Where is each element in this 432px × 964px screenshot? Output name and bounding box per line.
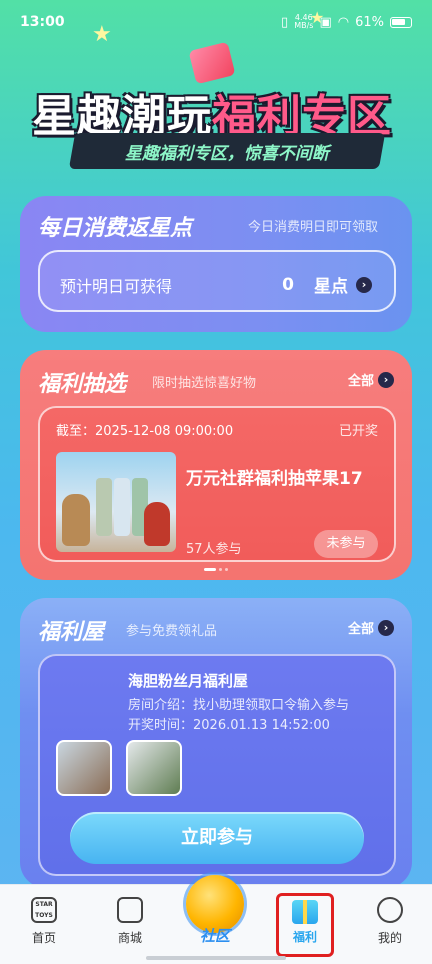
- status-right: ▯ 4.46 MB/s ▣ ◠ 61%: [281, 14, 412, 30]
- daily-hint: 今日消费明日即可领取: [248, 220, 379, 235]
- welfare-room-all-label: 全部: [347, 622, 374, 637]
- gift-box-icon: [292, 900, 318, 924]
- phone-image: [96, 478, 112, 536]
- lottery-item[interactable]: 截至：2025-12-08 09:00:00 已开奖 万元社群福利抽苹果17 5…: [38, 406, 396, 562]
- room-draw-time: 开奖时间：2026.01.13 14:52:00: [128, 718, 330, 733]
- figure-toy: [62, 494, 90, 546]
- chevron-right-icon: ›: [356, 276, 372, 293]
- gift-icon: [188, 41, 236, 85]
- welfare-room-card: 福利屋 参与免费领礼品 全部 › 海胆粉丝月福利屋 房间介绍：找小助理领取口令输…: [20, 598, 412, 888]
- product-name: 万元社群福利抽苹果17: [186, 469, 363, 489]
- nav-home-label: 首页: [31, 931, 56, 945]
- hero-subtitle: 星趣福利专区，惊喜不间断: [125, 143, 329, 164]
- carousel-dot-active: [204, 568, 216, 571]
- nav-welfare[interactable]: 福利: [276, 893, 334, 957]
- deadline-label: 截至：: [56, 424, 96, 439]
- vibrate-icon: ▯: [281, 14, 289, 30]
- star-toys-icon: STAR TOYS: [31, 897, 57, 923]
- lottery-title: 福利抽选: [38, 372, 127, 397]
- sparkle-icon: ★: [310, 8, 325, 27]
- shop-icon: [117, 897, 143, 923]
- wifi-icon: ◠: [337, 14, 350, 30]
- join-now-button[interactable]: 立即参与: [70, 812, 364, 864]
- nav-mine-label: 我的: [377, 931, 402, 945]
- lottery-hint: 限时抽选惊喜好物: [152, 376, 257, 391]
- welfare-room-item[interactable]: 海胆粉丝月福利屋 房间介绍：找小助理领取口令输入参与 开奖时间：2026.01.…: [38, 654, 396, 876]
- deadline-value: 2025-12-08 09:00:00: [95, 424, 234, 439]
- hero-subtitle-banner: 星趣福利专区，惊喜不间断: [68, 133, 386, 169]
- nav-home[interactable]: STAR TOYS 首页: [14, 897, 74, 946]
- estimated-points-row[interactable]: 预计明日可获得 0 星点 ›: [38, 250, 396, 312]
- daily-title: 每日消费返星点: [38, 216, 193, 241]
- estimated-label: 预计明日可获得: [60, 277, 173, 296]
- welfare-room-title: 福利屋: [38, 620, 105, 645]
- carousel-dot: [219, 568, 222, 571]
- bottom-nav: STAR TOYS 首页 商城 社区 福利 我的: [0, 875, 432, 964]
- carousel-dot: [225, 568, 228, 571]
- lottery-all-label: 全部: [347, 374, 374, 389]
- lottery-status: 已开奖: [338, 424, 378, 439]
- sparkle-icon: ★: [92, 22, 112, 47]
- estimated-unit: 星点: [314, 277, 348, 297]
- nav-mall[interactable]: 商城: [100, 897, 160, 946]
- daily-points-card: 每日消费返星点 今日消费明日即可领取 预计明日可获得 0 星点 ›: [20, 196, 412, 332]
- nav-mall-label: 商城: [117, 931, 142, 945]
- product-image: [56, 452, 176, 552]
- chevron-right-icon: ›: [378, 619, 394, 636]
- participants-count: 57人参与: [186, 542, 242, 557]
- gift-image: [126, 740, 182, 796]
- carousel-indicator: [204, 568, 228, 571]
- join-status-button[interactable]: 未参与: [314, 530, 378, 558]
- lottery-deadline: 截至：2025-12-08 09:00:00: [56, 420, 233, 439]
- nav-mine[interactable]: 我的: [360, 897, 420, 946]
- phone-image: [114, 478, 130, 536]
- smile-face-icon: [377, 897, 403, 923]
- welfare-room-all-button[interactable]: 全部 ›: [348, 618, 394, 637]
- battery-icon: [390, 16, 412, 28]
- home-indicator: [146, 956, 286, 960]
- battery-text: 61%: [355, 14, 384, 30]
- nav-welfare-label: 福利: [292, 930, 317, 944]
- status-time: 13:00: [20, 14, 65, 30]
- gift-image: [56, 740, 112, 796]
- figure-toy: [144, 502, 170, 546]
- estimated-value: 0 星点 ›: [282, 272, 372, 297]
- room-intro: 房间介绍：找小助理领取口令输入参与: [128, 698, 350, 713]
- hero-banner: ★ ★ 星趣潮玩福利专区 星趣福利专区，惊喜不间断: [0, 8, 432, 190]
- lottery-card: 福利抽选 限时抽选惊喜好物 全部 › 截至：2025-12-08 09:00:0…: [20, 350, 412, 580]
- nav-community-label[interactable]: 社区: [190, 925, 240, 946]
- chevron-right-icon: ›: [378, 371, 394, 388]
- estimated-number: 0: [282, 274, 294, 295]
- welfare-room-hint: 参与免费领礼品: [126, 624, 218, 639]
- lottery-all-button[interactable]: 全部 ›: [348, 370, 394, 389]
- room-name: 海胆粉丝月福利屋: [128, 672, 249, 690]
